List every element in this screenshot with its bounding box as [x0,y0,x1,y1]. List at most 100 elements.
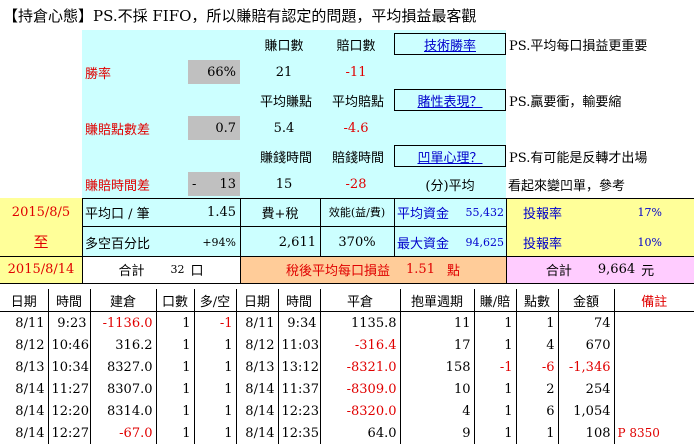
win-time: 15 [275,176,293,192]
hold-period-cell: 158 [400,356,475,378]
open-date-cell: 8/13 [0,356,49,378]
close-price-cell: 1135.8 [320,311,401,334]
table-row: 8/11 9:23 -1136.0 1 -1 8/11 9:34 1135.8 11 1 1 74 [0,311,694,335]
remark-cell [614,378,694,400]
open-price-cell: 8327.0 [90,356,157,378]
grand-total-label: 合計 [545,264,572,279]
fee-tax-label: 費+稅 [261,206,299,222]
lots-cell: 1 [156,422,195,444]
page-title: 【持倉心態】PS.不採 FIFO，所以賺賠有認定的問題，平均損益最客觀 [3,6,477,25]
avg-loss-points: -4.6 [343,120,369,136]
column-header: 建倉 [90,289,157,312]
close-time-cell: 11:03 [278,334,321,356]
column-header: 時間 [278,289,321,312]
close-date-cell: 8/12 [236,334,279,356]
direction-cell: 1 [194,422,237,444]
column-header: 平倉 [320,289,401,312]
column-header: 抱單週期 [400,289,475,312]
close-price-cell: -8321.0 [320,356,401,378]
time-diff-sign: - [192,176,197,192]
total-lots-unit: 口 [190,264,204,279]
win-rate-value: 66% [188,60,240,84]
column-header: 賺/賠 [474,289,517,312]
win-loss-cell: 1 [474,400,517,422]
column-header: 時間 [48,289,91,312]
lots-cell: 1 [156,356,195,378]
open-date-cell: 8/14 [0,378,49,400]
points-cell: 4 [516,334,559,356]
open-price-cell: -67.0 [90,422,157,444]
total-lots: 32 [170,263,185,276]
direction-cell: 1 [194,334,237,356]
fee-tax: 2,611 [278,234,316,250]
win-loss-cell: 1 [474,378,517,400]
open-time-cell: 11:27 [48,378,91,400]
max-capital: 94,625 [465,235,505,249]
avg-capital: 55,432 [465,205,505,219]
avg-win-points: 5.4 [273,120,295,136]
close-time-cell: 11:37 [278,378,321,400]
win-count-header: 賺口數 [264,38,304,54]
win-loss-cell: 1 [474,311,517,334]
net-avg: 1.51 [406,262,435,277]
divider [506,198,507,283]
divider [82,198,83,283]
divider [0,283,694,284]
win-time-header: 賺錢時間 [259,150,312,166]
efficiency: 370% [338,234,376,250]
gambling-link[interactable]: 賭性表現？ [394,89,506,111]
table-row: 8/12 10:46 316.2 1 1 8/12 11:03 -316.4 17 1 4 670 [0,334,694,356]
close-time-cell: 12:35 [278,422,321,444]
divider [82,226,506,227]
amount-cell: -1,346 [558,356,615,378]
close-date-cell: 8/13 [236,356,279,378]
remark-cell [614,400,694,422]
table-row: 8/14 11:27 8307.0 1 1 8/14 11:37 -8309.0 10 1 2 254 [0,378,694,400]
table-header-row: 日期 時間 建倉 口數 多/空 日期 時間 平倉 抱單週期 賺/賠 點數 金額 … [0,289,694,312]
close-price-cell: -316.4 [320,334,401,356]
remark-cell [614,312,694,335]
remark-cell: P 8350 [617,426,660,440]
close-price-cell: -8320.0 [320,400,401,422]
avg-win-points-header: 平均賺點 [259,94,312,110]
unit-label: (分)平均 [425,178,475,194]
divider [240,198,241,283]
long-short-value: +94% [202,235,236,249]
hold-period-cell: 10 [400,378,475,400]
table-row: 8/13 10:34 8327.0 1 1 8/13 13:12 -8321.0 158 -1 -6… [0,356,694,378]
win-count: 21 [275,64,293,80]
max-capital-label: 最大資金 [397,236,450,252]
lots-cell: 1 [156,378,195,400]
amount-cell: 670 [558,334,615,356]
loss-time-header: 賠錢時間 [331,150,384,166]
psych-link[interactable]: 凹單心理？ [394,145,506,167]
open-time-cell: 12:20 [48,400,91,422]
points-cell: 1 [516,311,559,334]
close-date-cell: 8/11 [236,311,279,334]
avg-loss-points-header: 平均賠點 [331,94,384,110]
direction-cell: 1 [194,356,237,378]
win-rate-label: 勝率 [85,66,112,82]
avg-per-trade: 1.45 [207,204,236,220]
close-time-cell: 13:12 [278,356,321,378]
close-date-cell: 8/14 [236,378,279,400]
grand-total: 9,664 [597,262,636,277]
hold-period-cell: 11 [400,311,475,334]
points-cell: 1 [516,422,559,444]
skill-win-rate-link[interactable]: 技術勝率 [394,33,506,55]
hold-period-cell: 9 [400,422,475,444]
remark-cell [614,356,694,378]
grand-total-unit: 元 [641,264,655,279]
lots-cell: 1 [156,311,195,334]
open-price-cell: 316.2 [90,334,157,356]
ratio-label: 賺賠點數差 [85,122,151,138]
note-psych: PS.有可能是反轉才出場 [509,150,648,166]
net-avg-panel: 稅後平均每口損益 1.51 點 [240,256,506,283]
loss-count-header: 賠口數 [336,38,376,54]
note-gambling: PS.贏要衝，輸要縮 [509,94,622,110]
table-row: 8/14 12:20 8314.0 1 1 8/14 12:23 -8320.0 4 1 6 1,05… [0,400,694,422]
column-header: 日期 [0,289,49,312]
close-date-cell: 8/14 [236,400,279,422]
direction-cell: 1 [194,400,237,422]
close-price-cell: -8309.0 [320,378,401,400]
